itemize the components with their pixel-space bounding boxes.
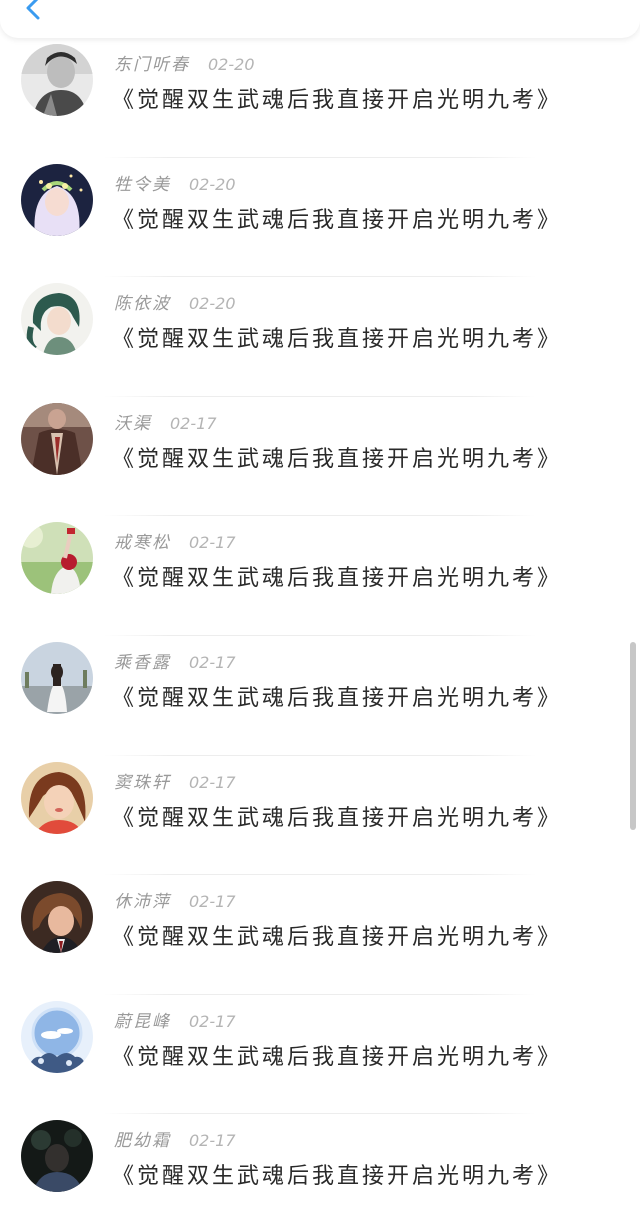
comment-item[interactable]: 乘香露 02-17 《觉醒双生武魂后我直接开启光明九考》 bbox=[0, 636, 640, 756]
comment-meta: 戒寒松 02-17 bbox=[114, 528, 236, 554]
comment-meta: 东门听春 02-20 bbox=[114, 50, 255, 76]
comment-item[interactable]: 蔚昆峰 02-17 《觉醒双生武魂后我直接开启光明九考》 bbox=[0, 995, 640, 1115]
username[interactable]: 乘香露 bbox=[114, 653, 171, 673]
comment-list-page: 东门听春 02-20 《觉醒双生武魂后我直接开启光明九考》 牲令美 02-20 … bbox=[0, 0, 640, 1209]
username[interactable]: 肥幼霜 bbox=[114, 1131, 171, 1151]
comment-date: 02-17 bbox=[189, 652, 236, 672]
avatar[interactable] bbox=[21, 522, 93, 595]
comment-date: 02-17 bbox=[189, 892, 236, 912]
comment-date: 02-17 bbox=[170, 413, 217, 433]
username[interactable]: 蔚昆峰 bbox=[114, 1012, 171, 1032]
comment-item[interactable]: 陈依波 02-20 《觉醒双生武魂后我直接开启光明九考》 bbox=[0, 277, 640, 397]
comment-item[interactable]: 窦珠轩 02-17 《觉醒双生武魂后我直接开启光明九考》 bbox=[0, 756, 640, 876]
username[interactable]: 陈依波 bbox=[114, 294, 171, 314]
comment-date: 02-17 bbox=[189, 772, 236, 792]
comment-meta: 陈依波 02-20 bbox=[114, 289, 236, 315]
comment-meta: 沃渠 02-17 bbox=[114, 409, 217, 435]
comment-item[interactable]: 肥幼霜 02-17 《觉醒双生武魂后我直接开启光明九考》 bbox=[0, 1114, 640, 1209]
comment-text: 《觉醒双生武魂后我直接开启光明九考》 bbox=[112, 207, 563, 233]
comment-item[interactable]: 东门听春 02-20 《觉醒双生武魂后我直接开启光明九考》 bbox=[0, 38, 640, 158]
comment-text: 《觉醒双生武魂后我直接开启光明九考》 bbox=[112, 1044, 563, 1070]
username[interactable]: 戒寒松 bbox=[114, 533, 171, 553]
comment-date: 02-17 bbox=[189, 1011, 236, 1031]
avatar[interactable] bbox=[21, 163, 93, 236]
back-button[interactable] bbox=[18, 0, 52, 24]
comment-date: 02-20 bbox=[208, 55, 255, 74]
comment-item[interactable]: 休沛萍 02-17 《觉醒双生武魂后我直接开启光明九考》 bbox=[0, 875, 640, 995]
comment-text: 《觉醒双生武魂后我直接开启光明九考》 bbox=[112, 566, 563, 592]
comment-date: 02-20 bbox=[189, 174, 236, 194]
username[interactable]: 休沛萍 bbox=[114, 892, 171, 912]
top-bar bbox=[0, 0, 640, 38]
comment-meta: 休沛萍 02-17 bbox=[114, 887, 236, 913]
comment-item[interactable]: 牲令美 02-20 《觉醒双生武魂后我直接开启光明九考》 bbox=[0, 158, 640, 278]
username[interactable]: 东门听春 bbox=[114, 55, 190, 75]
comment-date: 02-17 bbox=[189, 1131, 236, 1151]
username[interactable]: 沃渠 bbox=[114, 414, 152, 434]
comment-text: 《觉醒双生武魂后我直接开启光明九考》 bbox=[112, 88, 563, 113]
comment-date: 02-17 bbox=[189, 533, 236, 553]
avatar[interactable] bbox=[21, 761, 93, 834]
avatar[interactable] bbox=[21, 283, 93, 356]
comment-item[interactable]: 戒寒松 02-17 《觉醒双生武魂后我直接开启光明九考》 bbox=[0, 516, 640, 636]
comment-text: 《觉醒双生武魂后我直接开启光明九考》 bbox=[112, 685, 563, 711]
avatar[interactable] bbox=[21, 881, 93, 954]
comment-meta: 肥幼霜 02-17 bbox=[114, 1126, 236, 1152]
comment-meta: 乘香露 02-17 bbox=[114, 648, 236, 674]
comment-item[interactable]: 沃渠 02-17 《觉醒双生武魂后我直接开启光明九考》 bbox=[0, 397, 640, 517]
avatar[interactable] bbox=[21, 1000, 93, 1073]
comment-text: 《觉醒双生武魂后我直接开启光明九考》 bbox=[112, 327, 563, 353]
comment-meta: 蔚昆峰 02-17 bbox=[114, 1007, 236, 1033]
chevron-left-icon bbox=[26, 0, 40, 20]
comment-text: 《觉醒双生武魂后我直接开启光明九考》 bbox=[112, 446, 563, 472]
comment-text: 《觉醒双生武魂后我直接开启光明九考》 bbox=[112, 925, 563, 951]
avatar[interactable] bbox=[21, 44, 93, 116]
username[interactable]: 窦珠轩 bbox=[114, 773, 171, 793]
scrollbar-thumb[interactable] bbox=[630, 642, 636, 830]
avatar[interactable] bbox=[21, 1120, 93, 1193]
comment-meta: 窦珠轩 02-17 bbox=[114, 768, 236, 794]
username[interactable]: 牲令美 bbox=[114, 175, 171, 195]
comment-list: 东门听春 02-20 《觉醒双生武魂后我直接开启光明九考》 牲令美 02-20 … bbox=[0, 38, 640, 1209]
comment-date: 02-20 bbox=[189, 294, 236, 314]
comment-text: 《觉醒双生武魂后我直接开启光明九考》 bbox=[112, 805, 563, 831]
avatar[interactable] bbox=[21, 402, 93, 475]
comment-text: 《觉醒双生武魂后我直接开启光明九考》 bbox=[112, 1164, 563, 1190]
comment-meta: 牲令美 02-20 bbox=[114, 170, 236, 196]
avatar[interactable] bbox=[21, 641, 93, 714]
